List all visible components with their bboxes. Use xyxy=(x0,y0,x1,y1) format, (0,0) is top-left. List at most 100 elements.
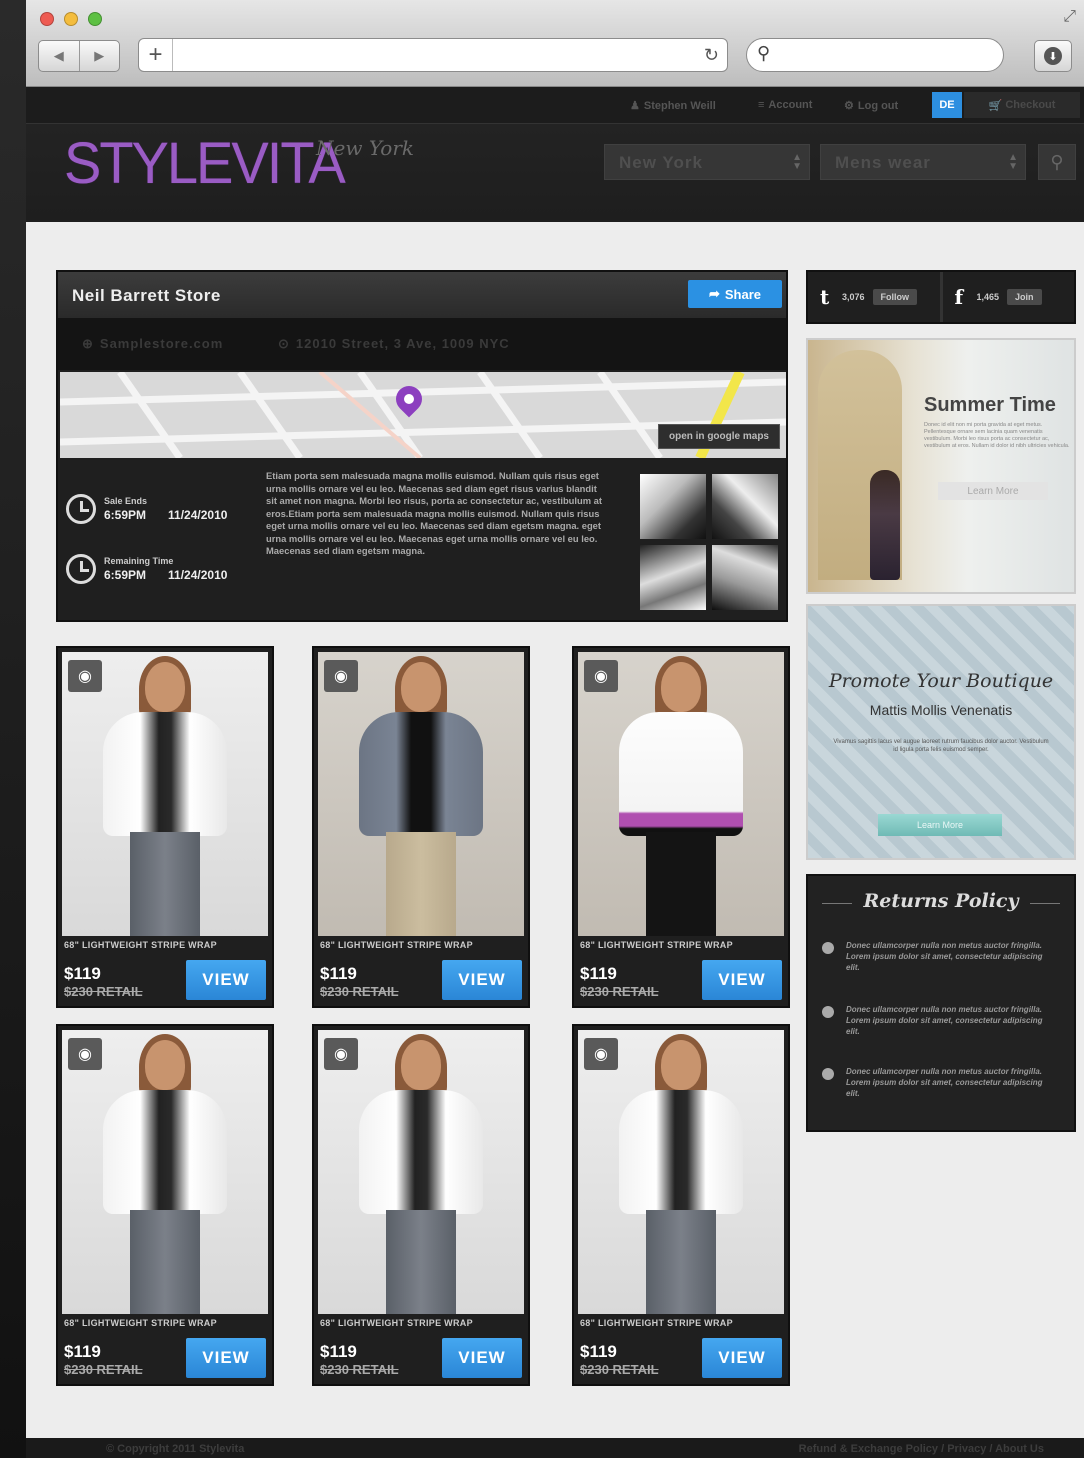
store-gallery xyxy=(640,474,778,610)
account-icon: ≡ xyxy=(758,99,765,111)
product-price: $119 xyxy=(580,1342,617,1361)
product-name: 68" LIGHTWEIGHT STRIPE WRAP xyxy=(64,940,217,950)
reload-icon[interactable]: ↻ xyxy=(704,45,719,66)
eye-icon[interactable]: ◉ xyxy=(68,1038,102,1070)
eye-icon[interactable]: ◉ xyxy=(324,660,358,692)
share-button[interactable]: ➦ Share xyxy=(688,280,782,308)
new-tab-icon[interactable]: + xyxy=(139,39,173,71)
search-icon: ⚲ xyxy=(757,43,771,63)
address-bar[interactable]: + ↻ xyxy=(138,38,728,72)
store-info-bar: ⊕ Samplestore.com ⊙ 12010 Street, 3 Ave, 1… xyxy=(58,318,786,370)
share-icon: ➦ xyxy=(708,286,720,301)
logout-link[interactable]: ⚙ Log out xyxy=(844,99,898,112)
social-bar: t 3,076 Follow f 1,465 Join xyxy=(806,270,1076,324)
forward-button[interactable]: ▶ xyxy=(78,41,120,71)
product-retail-price: $230 RETAIL xyxy=(580,984,659,999)
chevron-updown-icon: ▲ ▼ xyxy=(1008,152,1019,172)
user-link[interactable]: ♟ Stephen Weill xyxy=(630,99,716,112)
fullscreen-icon[interactable]: ⤢ xyxy=(1063,8,1076,26)
product-name: 68" LIGHTWEIGHT STRIPE WRAP xyxy=(580,940,733,950)
product-photo[interactable]: ◉ xyxy=(318,652,524,936)
view-button[interactable]: VIEW xyxy=(442,1338,522,1378)
browser-toolbar: ⤢ ◀ ▶ + ↻ ⚲ ⬇ xyxy=(26,0,1084,87)
facebook-icon[interactable]: f xyxy=(955,285,969,309)
product-photo[interactable]: ◉ xyxy=(62,652,268,936)
twitter-icon[interactable]: t xyxy=(820,285,834,309)
footer-links[interactable]: Refund & Exchange Policy / Privacy / Abo… xyxy=(799,1443,1044,1455)
store-description: Etiam porta sem malesuada magna mollis e… xyxy=(266,470,603,556)
store-address: ⊙ 12010 Street, 3 Ave, 1009 NYC xyxy=(278,336,510,351)
promo-text: Vivamus sagittis lacus vel augue laoreet… xyxy=(833,739,1049,753)
promo-subtitle: Mattis Mollis Venenatis xyxy=(869,702,1013,718)
product-name: 68" LIGHTWEIGHT STRIPE WRAP xyxy=(320,1318,473,1328)
store-website[interactable]: ⊕ Samplestore.com xyxy=(82,336,223,352)
view-button[interactable]: VIEW xyxy=(702,1338,782,1378)
gallery-thumbnail[interactable] xyxy=(640,545,706,610)
returns-title: Returns Policy xyxy=(863,890,1019,912)
learn-more-button[interactable]: Learn More xyxy=(938,482,1048,500)
learn-more-button[interactable]: Learn More xyxy=(878,814,1002,836)
cart-icon: 🛒 xyxy=(988,99,1006,112)
banner-title: Summer Time xyxy=(924,394,1056,416)
view-button[interactable]: VIEW xyxy=(186,1338,266,1378)
remaining-time-timer: Remaining Time 6:59PM 11/24/2010 xyxy=(66,550,256,590)
eye-icon[interactable]: ◉ xyxy=(68,660,102,692)
store-map[interactable]: open in google maps xyxy=(60,372,786,458)
product-name: 68" LIGHTWEIGHT STRIPE WRAP xyxy=(64,1318,217,1328)
gallery-thumbnail[interactable] xyxy=(712,474,778,539)
facebook-join-button[interactable]: Join xyxy=(1007,289,1042,305)
copyright: © Copyright 2011 Stylevita xyxy=(106,1443,245,1455)
product-retail-price: $230 RETAIL xyxy=(64,984,143,999)
product-card: ◉ 68" LIGHTWEIGHT STRIPE WRAP $119 $230 … xyxy=(572,646,790,1008)
stopwatch-icon xyxy=(66,554,96,584)
product-name: 68" LIGHTWEIGHT STRIPE WRAP xyxy=(320,940,473,950)
language-button[interactable]: DE xyxy=(932,92,962,118)
downloads-button[interactable]: ⬇ xyxy=(1034,40,1072,72)
cart-button[interactable]: 🛒 Checkout xyxy=(964,92,1080,118)
twitter-follow-button[interactable]: Follow xyxy=(872,289,918,305)
gallery-thumbnail[interactable] xyxy=(640,474,706,539)
site-logo[interactable]: STYLEVITA xyxy=(64,128,346,196)
close-window-button[interactable] xyxy=(40,12,54,26)
product-price: $119 xyxy=(64,1342,101,1361)
store-header: Neil Barrett Store ➦ Share xyxy=(58,272,786,318)
zoom-window-button[interactable] xyxy=(88,12,102,26)
product-price: $119 xyxy=(580,964,617,983)
summer-banner[interactable]: Summer Time Donec id elit non mi porta g… xyxy=(806,338,1076,594)
promo-banner[interactable]: Promote Your Boutique Mattis Mollis Vene… xyxy=(806,604,1076,860)
product-name: 68" LIGHTWEIGHT STRIPE WRAP xyxy=(580,1318,733,1328)
browser-search-input[interactable]: ⚲ xyxy=(746,38,1004,72)
store-panel: Neil Barrett Store ➦ Share ⊕ Samplestore.… xyxy=(56,270,788,622)
twitter-count: 3,076 xyxy=(842,292,865,302)
site-search-button[interactable]: ⚲ xyxy=(1038,144,1076,180)
eye-icon[interactable]: ◉ xyxy=(584,660,618,692)
city-select[interactable]: New York ▲ ▼ xyxy=(604,144,810,180)
account-link[interactable]: ≡ Account xyxy=(758,99,812,111)
store-title: Neil Barrett Store xyxy=(72,286,221,305)
site-header: ♟ Stephen Weill ≡ Account ⚙ Log out DE 🛒 Ch… xyxy=(26,88,1084,222)
product-photo[interactable]: ◉ xyxy=(318,1030,524,1314)
product-retail-price: $230 RETAIL xyxy=(320,1362,399,1377)
eye-icon[interactable]: ◉ xyxy=(324,1038,358,1070)
product-photo[interactable]: ◉ xyxy=(62,1030,268,1314)
product-photo[interactable]: ◉ xyxy=(578,652,784,936)
chevron-updown-icon: ▲ ▼ xyxy=(792,152,803,172)
facebook-count: 1,465 xyxy=(976,292,1000,302)
eye-icon[interactable]: ◉ xyxy=(584,1038,618,1070)
product-photo[interactable]: ◉ xyxy=(578,1030,784,1314)
gallery-thumbnail[interactable] xyxy=(712,545,778,610)
minimize-window-button[interactable] xyxy=(64,12,78,26)
open-in-maps-button[interactable]: open in google maps xyxy=(657,424,780,449)
location-icon: ⊙ xyxy=(278,336,290,351)
category-select[interactable]: Mens wear ▲ ▼ xyxy=(820,144,1026,180)
view-button[interactable]: VIEW xyxy=(186,960,266,1000)
bullet-icon xyxy=(822,1068,834,1080)
user-icon: ♟ xyxy=(630,100,640,112)
view-button[interactable]: VIEW xyxy=(442,960,522,1000)
globe-icon: ⊕ xyxy=(82,336,94,351)
top-bar: ♟ Stephen Weill ≡ Account ⚙ Log out DE 🛒 Ch… xyxy=(26,88,1084,124)
clock-icon xyxy=(66,494,96,524)
product-retail-price: $230 RETAIL xyxy=(64,1362,143,1377)
back-button[interactable]: ◀ xyxy=(39,41,79,71)
view-button[interactable]: VIEW xyxy=(702,960,782,1000)
